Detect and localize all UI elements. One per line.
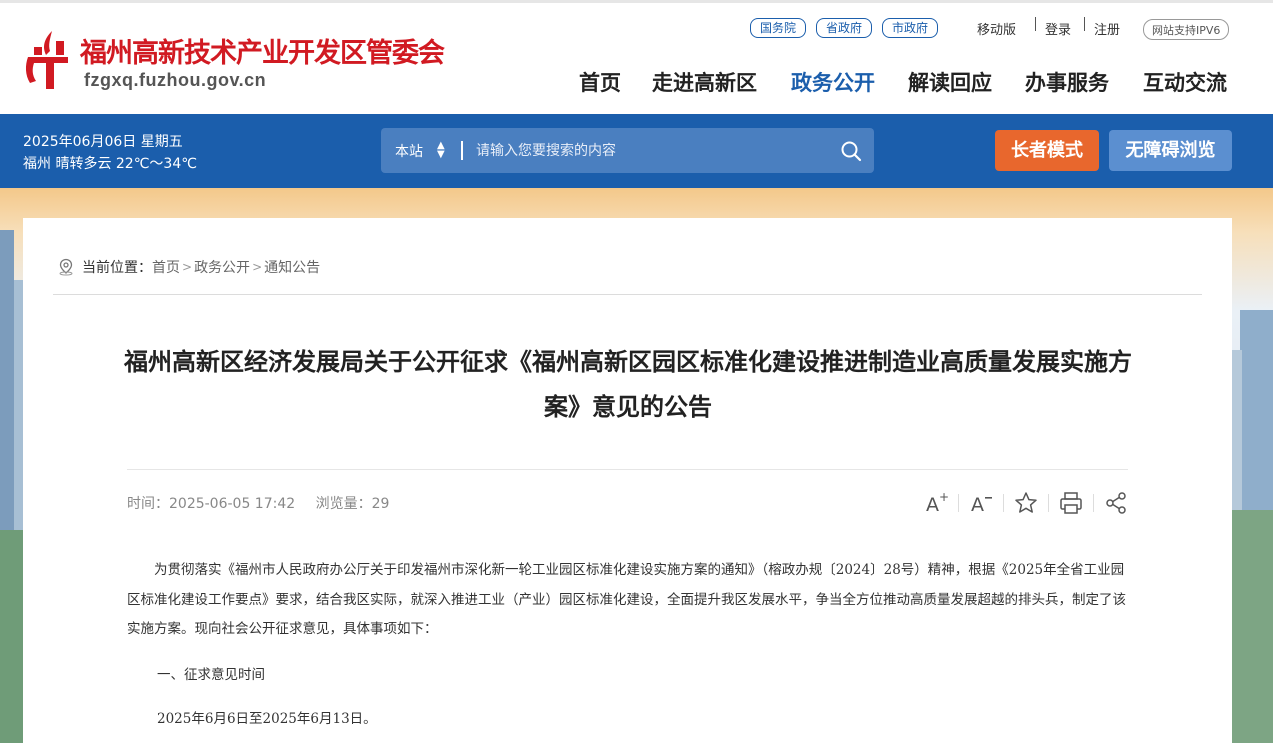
breadcrumb-separator: >: [182, 260, 193, 274]
util-divider: [1084, 17, 1085, 31]
svg-text:+: +: [939, 490, 949, 504]
breadcrumb-separator: >: [252, 260, 263, 274]
article-paragraph: 为贯彻落实《福州市人民政府办公厅关于印发福州市深化新一轮工业园区标准化建设实施方…: [127, 562, 1126, 637]
utility-bar: 2025年06月06日 星期五 福州 晴转多云 22℃～34℃ 本站 ▲▼ 长者…: [0, 114, 1273, 188]
gov-links: 国务院 省政府 市政府: [750, 18, 939, 38]
weather-info: 福州 晴转多云 22℃～34℃: [23, 156, 197, 172]
register-link[interactable]: 注册: [1094, 19, 1120, 38]
mobile-version-link[interactable]: 移动版: [977, 19, 1016, 38]
nav-about-zone[interactable]: 走进高新区: [652, 67, 757, 97]
scope-updown-icon[interactable]: ▲ ▼: [437, 141, 445, 160]
font-decrease-icon[interactable]: A: [968, 490, 994, 516]
elder-mode-button[interactable]: 长者模式: [995, 130, 1099, 171]
section-heading: 一、征求意见时间: [157, 667, 265, 683]
article-tools: A + A: [923, 490, 1129, 516]
location-icon: [59, 258, 73, 276]
tool-divider: [958, 494, 959, 512]
current-date: 2025年06月06日 星期五: [23, 134, 183, 150]
site-header: 福州高新技术产业开发区管委会 fzgxq.fuzhou.gov.cn 国务院 省…: [0, 0, 1273, 114]
article-card: 当前位置： 首页 > 政务公开 > 通知公告 福州高新区经济发展局关于公开征求《…: [23, 218, 1232, 743]
site-domain: fzgxq.fuzhou.gov.cn: [84, 70, 267, 90]
publish-time: 时间：2025-06-05 17:42: [127, 496, 296, 512]
nav-services[interactable]: 办事服务: [1025, 67, 1109, 97]
accessible-browse-button[interactable]: 无障碍浏览: [1109, 130, 1232, 171]
breadcrumb-label: 当前位置：: [82, 260, 152, 276]
search-input[interactable]: [476, 138, 826, 163]
section-text: 2025年6月6日至2025年6月13日。: [157, 711, 377, 727]
divider: [53, 294, 1202, 295]
share-icon[interactable]: [1103, 490, 1129, 516]
article-body: 为贯彻落实《福州市人民政府办公厅关于印发福州市深化新一轮工业园区标准化建设实施方…: [127, 556, 1128, 645]
cityscape-right: [1232, 310, 1273, 743]
font-increase-icon[interactable]: A +: [923, 490, 949, 516]
view-count: 浏览量：29: [315, 496, 390, 512]
tool-divider: [1003, 494, 1004, 512]
star-icon[interactable]: [1013, 490, 1039, 516]
article-title: 福州高新区经济发展局关于公开征求《福州高新区园区标准化建设推进制造业高质量发展实…: [124, 348, 1132, 421]
gov-link-state-council[interactable]: 国务院: [750, 18, 807, 38]
gov-link-city[interactable]: 市政府: [882, 18, 939, 38]
svg-text:A: A: [971, 494, 984, 516]
print-icon[interactable]: [1058, 490, 1084, 516]
gov-link-province[interactable]: 省政府: [816, 18, 873, 38]
tool-divider: [1093, 494, 1094, 512]
cityscape-left: [0, 230, 24, 743]
breadcrumb-home[interactable]: 首页: [152, 257, 180, 277]
site-title[interactable]: 福州高新技术产业开发区管委会: [80, 31, 445, 70]
site-logo-icon[interactable]: [24, 29, 72, 91]
nav-gov-affairs[interactable]: 政务公开: [791, 67, 875, 97]
util-divider: [1035, 17, 1036, 31]
svg-text:A: A: [926, 494, 939, 516]
search-scope-select[interactable]: 本站: [395, 141, 423, 161]
search-icon[interactable]: [840, 140, 862, 162]
breadcrumb-notices[interactable]: 通知公告: [264, 257, 320, 277]
nav-interaction[interactable]: 互动交流: [1143, 67, 1227, 97]
nav-home[interactable]: 首页: [579, 67, 621, 97]
login-link[interactable]: 登录: [1045, 19, 1071, 38]
breadcrumb: 当前位置： 首页 > 政务公开 > 通知公告: [57, 257, 320, 277]
breadcrumb-gov-affairs[interactable]: 政务公开: [194, 257, 250, 277]
tool-divider: [1048, 494, 1049, 512]
article-meta: 时间：2025-06-05 17:42 浏览量：29: [127, 493, 405, 513]
ipv6-badge: 网站支持IPV6: [1143, 19, 1230, 40]
search-divider: [461, 141, 463, 160]
divider: [127, 469, 1128, 470]
search-box: 本站 ▲ ▼: [381, 128, 874, 173]
nav-interpretation[interactable]: 解读回应: [908, 67, 992, 97]
